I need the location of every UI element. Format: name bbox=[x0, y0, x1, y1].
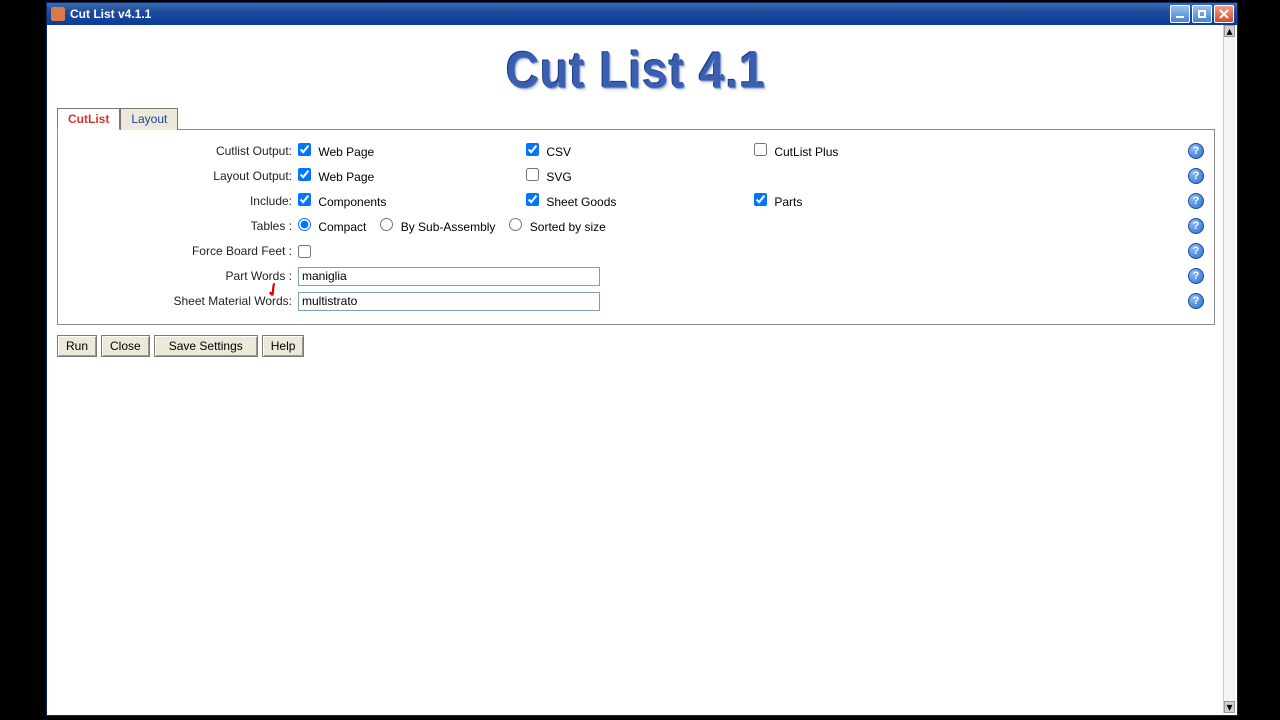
label-cutlist-output: Cutlist Output: bbox=[64, 144, 298, 158]
help-icon[interactable]: ? bbox=[1188, 143, 1204, 159]
scroll-down-button[interactable]: ▾ bbox=[1224, 701, 1235, 713]
scroll-track[interactable] bbox=[1224, 37, 1235, 701]
row-layout-output: Layout Output: Web Page SVG bbox=[64, 164, 1208, 188]
label-layout-output: Layout Output: bbox=[64, 169, 298, 183]
content-area: Cut List 4.1 CutList Layout Cutlist Outp… bbox=[49, 25, 1223, 713]
maximize-button[interactable] bbox=[1192, 5, 1212, 23]
chk-cutlist-plus[interactable] bbox=[754, 143, 767, 156]
label-sheet-words: Sheet Material Words: bbox=[64, 294, 298, 308]
window-title: Cut List v4.1.1 bbox=[70, 7, 1170, 21]
opt-include-sheetgoods[interactable]: Sheet Goods bbox=[526, 193, 616, 209]
opt-cutlist-csv[interactable]: CSV bbox=[526, 143, 571, 159]
opt-tables-compact[interactable]: Compact bbox=[298, 218, 366, 234]
label-tables: Tables : bbox=[64, 219, 298, 233]
save-settings-button[interactable]: Save Settings bbox=[154, 335, 258, 357]
label-include: Include: bbox=[64, 194, 298, 208]
close-window-button[interactable] bbox=[1214, 5, 1234, 23]
chk-cutlist-csv[interactable] bbox=[526, 143, 539, 156]
chk-layout-svg[interactable] bbox=[526, 168, 539, 181]
chk-include-parts[interactable] bbox=[754, 193, 767, 206]
help-icon[interactable]: ? bbox=[1188, 268, 1204, 284]
label-force-board-feet: Force Board Feet : bbox=[64, 244, 298, 258]
tab-cutlist[interactable]: CutList bbox=[57, 108, 120, 130]
part-words-input[interactable] bbox=[298, 267, 600, 286]
app-window: Cut List v4.1.1 Cut List 4.1 CutList Lay… bbox=[46, 2, 1238, 716]
help-icon[interactable]: ? bbox=[1188, 293, 1204, 309]
tab-bar: CutList Layout bbox=[57, 107, 1215, 129]
action-button-row: Run Close Save Settings Help bbox=[57, 335, 1215, 357]
row-cutlist-output: Cutlist Output: Web Page CSV bbox=[64, 139, 1208, 163]
window-controls bbox=[1170, 5, 1234, 23]
help-icon[interactable]: ? bbox=[1188, 168, 1204, 184]
tab-layout[interactable]: Layout bbox=[120, 108, 178, 130]
chk-include-components[interactable] bbox=[298, 193, 311, 206]
opt-include-parts[interactable]: Parts bbox=[754, 193, 802, 209]
opt-cutlist-webpage[interactable]: Web Page bbox=[298, 143, 374, 159]
rad-tables-compact[interactable] bbox=[298, 218, 311, 231]
row-tables: Tables : Compact By Sub-Assembly bbox=[64, 214, 1208, 238]
chk-include-sheetgoods[interactable] bbox=[526, 193, 539, 206]
close-button[interactable]: Close bbox=[101, 335, 150, 357]
vertical-scrollbar[interactable]: ▴ ▾ bbox=[1223, 25, 1235, 713]
minimize-button[interactable] bbox=[1170, 5, 1190, 23]
chk-force-board-feet[interactable] bbox=[298, 245, 311, 258]
label-part-words: Part Words : bbox=[64, 269, 298, 283]
row-sheet-words: Sheet Material Words: ? ✓ bbox=[64, 289, 1208, 313]
scroll-up-button[interactable]: ▴ bbox=[1224, 25, 1235, 37]
opt-include-components[interactable]: Components bbox=[298, 193, 386, 209]
help-icon[interactable]: ? bbox=[1188, 243, 1204, 259]
app-logo: Cut List 4.1 bbox=[49, 40, 1223, 99]
app-icon bbox=[51, 7, 65, 21]
row-part-words: Part Words : ? bbox=[64, 264, 1208, 288]
row-force-board-feet: Force Board Feet : ? bbox=[64, 239, 1208, 263]
opt-layout-svg[interactable]: SVG bbox=[526, 168, 572, 184]
help-icon[interactable]: ? bbox=[1188, 218, 1204, 234]
row-include: Include: Components Sheet Goods bbox=[64, 189, 1208, 213]
sheet-words-input[interactable] bbox=[298, 292, 600, 311]
opt-cutlist-plus[interactable]: CutList Plus bbox=[754, 143, 838, 159]
opt-layout-webpage[interactable]: Web Page bbox=[298, 168, 374, 184]
rad-tables-bysub[interactable] bbox=[380, 218, 393, 231]
settings-panel: Cutlist Output: Web Page CSV bbox=[57, 129, 1215, 325]
chk-cutlist-webpage[interactable] bbox=[298, 143, 311, 156]
run-button[interactable]: Run bbox=[57, 335, 97, 357]
chk-layout-webpage[interactable] bbox=[298, 168, 311, 181]
rad-tables-sorted[interactable] bbox=[509, 218, 522, 231]
opt-tables-sorted[interactable]: Sorted by size bbox=[509, 218, 605, 234]
help-icon[interactable]: ? bbox=[1188, 193, 1204, 209]
titlebar[interactable]: Cut List v4.1.1 bbox=[47, 3, 1237, 25]
opt-tables-bysub[interactable]: By Sub-Assembly bbox=[380, 218, 495, 234]
help-button[interactable]: Help bbox=[262, 335, 305, 357]
